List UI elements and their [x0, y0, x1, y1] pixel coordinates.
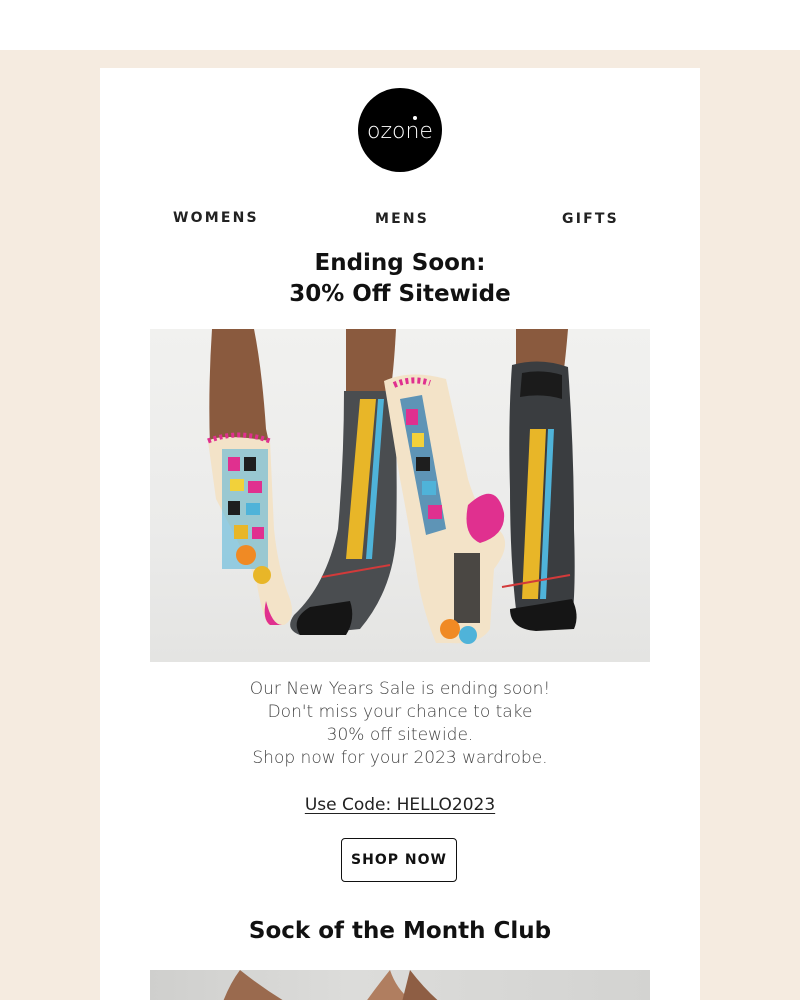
promo-code: Use Code: HELLO2023	[100, 795, 700, 815]
svg-text:ozone: ozone	[476, 558, 489, 591]
sale-description: Our New Years Sale is ending soon! Don't…	[100, 678, 700, 770]
patterned-socks-illustration: ozone	[207, 329, 577, 644]
email-card: ozone WOMENS MENS GIFTS Ending Soon: 30%…	[100, 68, 700, 1000]
body-line-3: 30% off sitewide.	[326, 725, 474, 745]
shop-now-button[interactable]: SHOP NOW	[341, 838, 457, 882]
club-image-illustration	[223, 970, 438, 1000]
nav-mens[interactable]: MENS	[375, 211, 429, 227]
logo-wordmark-icon: ozone	[367, 116, 433, 144]
ozone-logo[interactable]: ozone	[358, 88, 442, 172]
nav-gifts[interactable]: GIFTS	[562, 211, 619, 227]
body-line-1: Our New Years Sale is ending soon!	[249, 679, 551, 699]
headline-line-2: 30% Off Sitewide	[289, 281, 511, 307]
nav-womens[interactable]: WOMENS	[173, 210, 259, 226]
body-line-4: Shop now for your 2023 wardrobe.	[252, 748, 548, 768]
club-image[interactable]	[150, 970, 650, 1000]
svg-text:ozone: ozone	[367, 119, 433, 144]
club-section-title: Sock of the Month Club	[248, 918, 552, 944]
headline-line-1: Ending Soon:	[314, 250, 486, 276]
body-line-2: Don't miss your chance to take	[267, 702, 533, 722]
hero-image[interactable]: ozone	[150, 329, 650, 662]
logo-dot-icon	[413, 116, 417, 120]
top-bar	[0, 0, 800, 50]
hero-headline: Ending Soon: 30% Off Sitewide	[100, 248, 700, 310]
promo-code-link[interactable]: Use Code: HELLO2023	[305, 795, 495, 815]
